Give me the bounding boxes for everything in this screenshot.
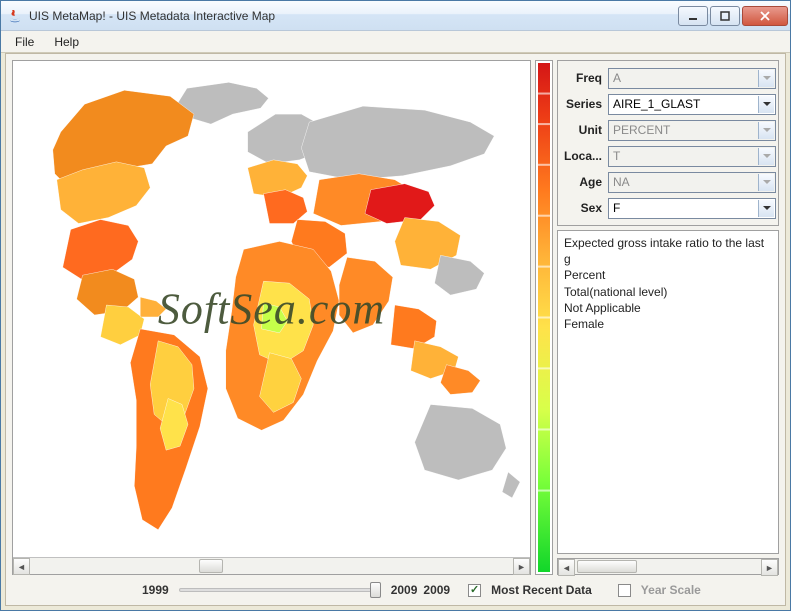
scroll-left-button[interactable]: ◄ [13, 558, 30, 575]
title-bar: UIS MetaMap! - UIS Metadata Interactive … [1, 1, 790, 31]
timeline-bar: 1999 2009 2009 Most Recent Data Year Sca… [12, 579, 779, 601]
client-area: SoftSea.com ◄ ► [5, 53, 786, 606]
description-box: Expected gross intake ratio to the last … [557, 230, 779, 554]
scroll-thumb[interactable] [577, 560, 637, 573]
age-label: Age [560, 175, 608, 189]
chevron-down-icon [758, 174, 774, 191]
sex-label: Sex [560, 201, 608, 215]
desc-line: Total(national level) [564, 284, 772, 300]
timeline-current-year: 2009 [423, 583, 450, 597]
window-title: UIS MetaMap! - UIS Metadata Interactive … [29, 9, 678, 23]
sex-combo[interactable]: F [608, 198, 776, 219]
desc-line: Female [564, 316, 772, 332]
scroll-right-button[interactable]: ► [761, 559, 778, 576]
chevron-down-icon [758, 200, 774, 217]
chevron-down-icon [758, 148, 774, 165]
year-scale-label: Year Scale [641, 583, 701, 597]
map-horizontal-scrollbar[interactable]: ◄ ► [13, 557, 530, 574]
timeline-end-year: 2009 [391, 583, 418, 597]
color-legend [535, 60, 553, 575]
filter-panel: Freq A Series AIRE_1_GLAST Unit PERCENT … [557, 60, 779, 226]
world-map[interactable]: SoftSea.com [13, 61, 530, 557]
maximize-button[interactable] [710, 6, 740, 26]
scroll-track[interactable] [575, 559, 761, 574]
menu-bar: File Help [1, 31, 790, 53]
desc-line: Percent [564, 267, 772, 283]
series-combo[interactable]: AIRE_1_GLAST [608, 94, 776, 115]
slider-thumb[interactable] [370, 582, 381, 598]
scroll-left-button[interactable]: ◄ [558, 559, 575, 576]
description-scrollbar[interactable]: ◄ ► [557, 558, 779, 575]
series-label: Series [560, 97, 608, 111]
location-combo[interactable]: T [608, 146, 776, 167]
menu-file[interactable]: File [7, 33, 42, 51]
minimize-button[interactable] [678, 6, 708, 26]
unit-combo[interactable]: PERCENT [608, 120, 776, 141]
desc-line: Not Applicable [564, 300, 772, 316]
chevron-down-icon [758, 96, 774, 113]
menu-help[interactable]: Help [46, 33, 87, 51]
app-window: UIS MetaMap! - UIS Metadata Interactive … [0, 0, 791, 611]
most-recent-label: Most Recent Data [491, 583, 592, 597]
unit-label: Unit [560, 123, 608, 137]
desc-line: Expected gross intake ratio to the last … [564, 235, 772, 267]
freq-combo[interactable]: A [608, 68, 776, 89]
scroll-right-button[interactable]: ► [513, 558, 530, 575]
scroll-track[interactable] [30, 558, 513, 574]
most-recent-checkbox[interactable] [468, 584, 481, 597]
age-combo[interactable]: NA [608, 172, 776, 193]
year-scale-checkbox[interactable] [618, 584, 631, 597]
side-panel: Freq A Series AIRE_1_GLAST Unit PERCENT … [557, 60, 779, 575]
freq-label: Freq [560, 71, 608, 85]
map-panel: SoftSea.com ◄ ► [12, 60, 531, 575]
scroll-thumb[interactable] [199, 559, 223, 573]
location-label: Loca... [560, 149, 608, 163]
chevron-down-icon [758, 70, 774, 87]
java-app-icon [7, 8, 23, 24]
year-slider[interactable] [175, 581, 385, 599]
window-controls [678, 6, 788, 26]
close-button[interactable] [742, 6, 788, 26]
timeline-start-year: 1999 [142, 583, 169, 597]
chevron-down-icon [758, 122, 774, 139]
